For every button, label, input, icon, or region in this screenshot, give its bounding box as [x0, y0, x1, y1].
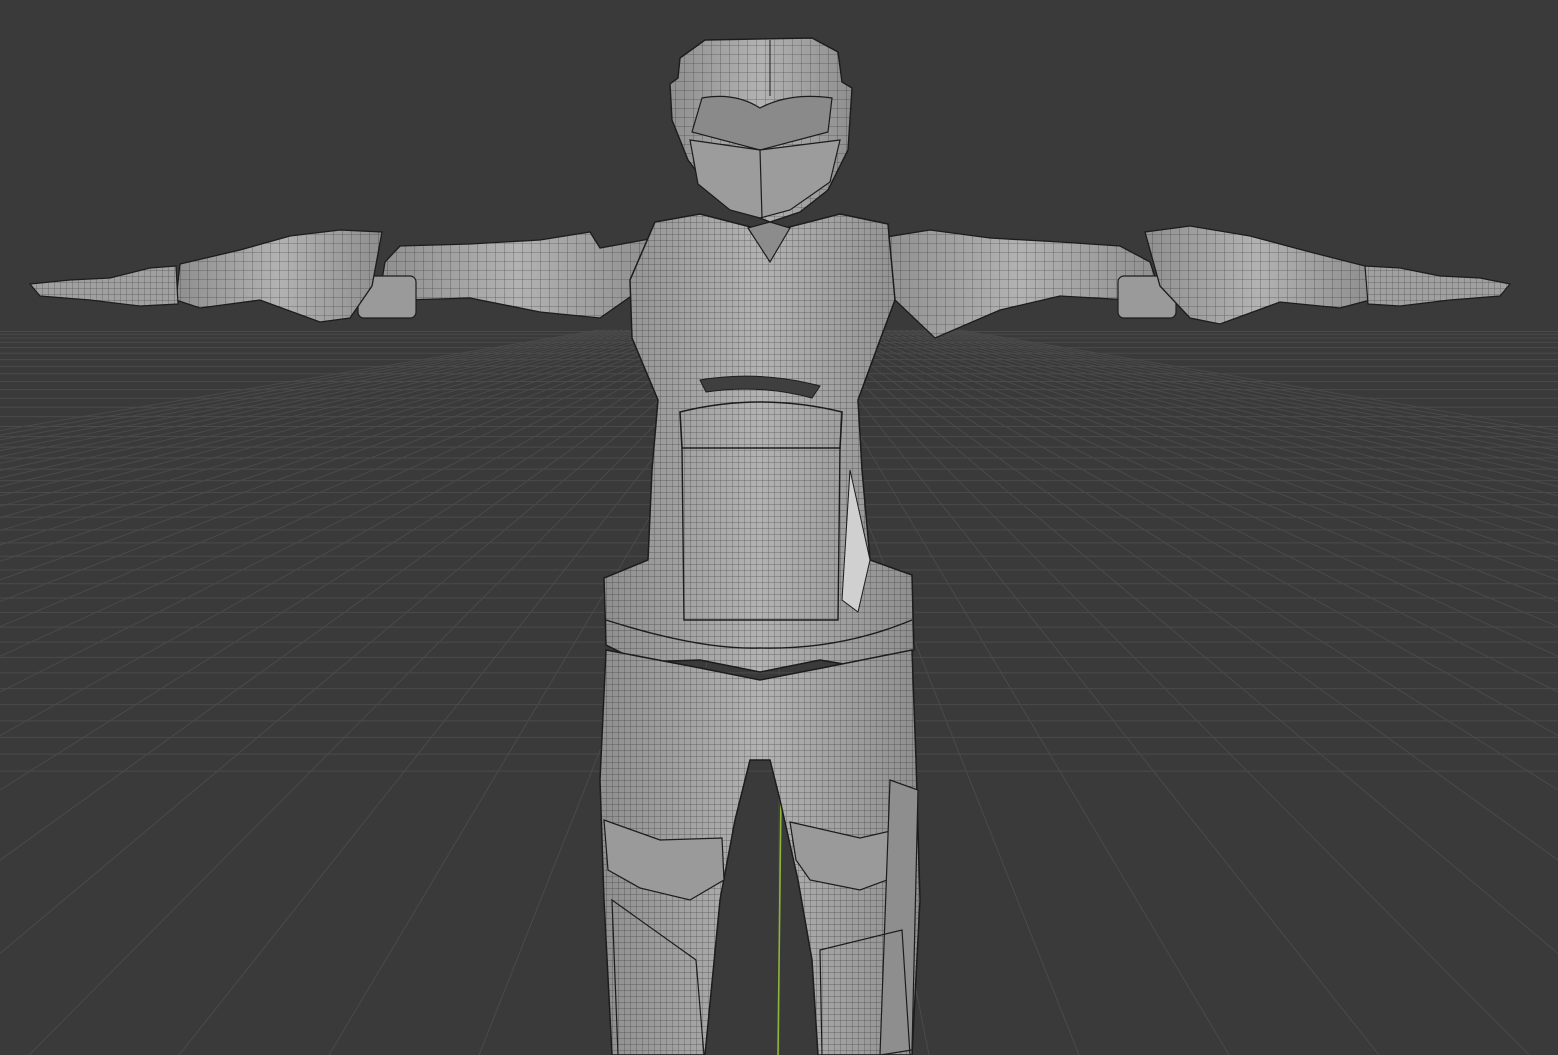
viewport-canvas[interactable] — [0, 0, 1558, 1055]
grid-line — [886, 329, 1558, 519]
grid-line — [844, 329, 1558, 657]
legs[interactable] — [599, 649, 921, 1055]
grid-line — [922, 329, 1558, 464]
grid-line — [850, 329, 1558, 628]
grid-line — [862, 329, 1558, 581]
grid-line — [0, 329, 702, 603]
grid-line — [0, 329, 636, 464]
grid-line — [0, 329, 684, 546]
grid-line — [820, 329, 1558, 861]
grid-line — [0, 329, 660, 497]
left-arm[interactable] — [28, 229, 656, 323]
grid-line — [814, 329, 1558, 955]
grid-line — [856, 329, 1558, 603]
grid-line — [874, 329, 1558, 546]
grid-line — [0, 329, 672, 519]
grid-line — [946, 329, 1558, 441]
torso[interactable] — [603, 213, 915, 673]
grid-line — [0, 329, 708, 628]
grid-line — [0, 329, 696, 581]
grid-line — [832, 329, 1558, 737]
3d-viewport[interactable] — [0, 0, 1558, 1055]
grid-line — [928, 329, 1558, 458]
grid-line — [904, 329, 1558, 488]
grid-line — [0, 329, 630, 458]
grid-line — [0, 329, 666, 507]
right-arm[interactable] — [879, 225, 1512, 339]
grid-line — [838, 329, 1558, 693]
grid-line — [0, 329, 648, 479]
grid-line — [892, 329, 1558, 507]
grid-line — [0, 329, 612, 441]
grid-line — [0, 329, 654, 488]
grid-line — [910, 329, 1558, 479]
grid-line — [898, 329, 1558, 497]
character-mesh[interactable] — [28, 37, 1512, 1055]
helmet[interactable] — [669, 37, 853, 223]
